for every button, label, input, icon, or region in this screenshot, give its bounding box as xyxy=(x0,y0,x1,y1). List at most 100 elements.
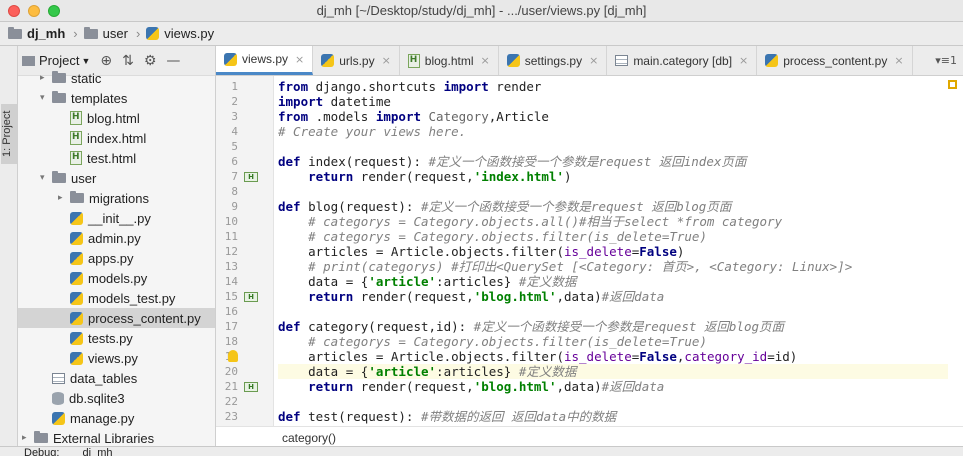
close-tab-icon[interactable]: × xyxy=(894,54,903,67)
editor-gutter[interactable]: 1234567H89101112131415H161718192021H2223 xyxy=(216,76,274,426)
code-area[interactable]: from django.shortcuts import render impor… xyxy=(278,76,948,426)
code-line[interactable]: def category(request,id): #定义一个函数接受一个参数是… xyxy=(278,319,948,334)
tree-item[interactable]: process_content.py xyxy=(18,308,215,328)
code-line[interactable]: from .models import Category,Article xyxy=(278,109,948,124)
line-number[interactable]: 14 xyxy=(216,274,238,289)
locate-icon[interactable]: ⊕ xyxy=(100,53,112,69)
hide-icon[interactable]: — xyxy=(166,53,180,69)
line-number[interactable]: 8 xyxy=(216,184,238,199)
breadcrumb-folder[interactable]: user xyxy=(83,26,128,41)
tab-blog-html[interactable]: blog.html × xyxy=(400,46,499,75)
line-number[interactable]: 10 xyxy=(216,214,238,229)
tab-settings-py[interactable]: settings.py × xyxy=(499,46,608,75)
code-line[interactable]: articles = Article.objects.filter(is_del… xyxy=(278,244,948,259)
expand-arrow-icon[interactable]: ▾ xyxy=(40,93,52,103)
function-breadcrumb[interactable]: category() xyxy=(216,426,963,448)
tree-item[interactable]: ▸ External Libraries xyxy=(18,428,215,448)
close-tab-icon[interactable]: × xyxy=(589,54,598,67)
expand-arrow-icon[interactable]: ▸ xyxy=(58,193,70,203)
line-number[interactable]: 9 xyxy=(216,199,238,214)
code-line[interactable]: # print(categorys) #打印出<QuerySet [<Categ… xyxy=(278,259,948,274)
code-line[interactable]: return render(request,'blog.html',data)#… xyxy=(278,379,948,394)
tab-process-content-py[interactable]: process_content.py × xyxy=(757,46,913,75)
tree-item[interactable]: __init__.py xyxy=(18,208,215,228)
tree-item[interactable]: manage.py xyxy=(18,408,215,428)
gear-icon[interactable]: ⚙ xyxy=(144,53,157,69)
zoom-window-button[interactable] xyxy=(48,5,60,17)
template-navigation-icon[interactable]: H xyxy=(244,292,258,302)
tree-item[interactable]: ▸ static xyxy=(18,68,215,88)
breadcrumb-project[interactable]: dj_mh xyxy=(8,26,65,41)
tree-item[interactable]: ▾ templates xyxy=(18,88,215,108)
tab-main-category-db-[interactable]: main.category [db] × xyxy=(607,46,758,75)
close-window-button[interactable] xyxy=(8,5,20,17)
line-number[interactable]: 23 xyxy=(216,409,238,424)
tree-item[interactable]: admin.py xyxy=(18,228,215,248)
close-tab-icon[interactable]: × xyxy=(295,53,304,66)
code-line[interactable]: def blog(request): #定义一个函数接受一个参数是request… xyxy=(278,199,948,214)
code-line[interactable]: # categorys = Category.objects.filter(is… xyxy=(278,334,948,349)
code-line[interactable] xyxy=(278,184,948,199)
code-line[interactable]: # categorys = Category.objects.filter(is… xyxy=(278,229,948,244)
line-number[interactable]: 7 xyxy=(216,169,238,184)
code-line[interactable]: articles = Article.objects.filter(is_del… xyxy=(278,349,948,364)
collapse-icon[interactable]: ⇅ xyxy=(122,53,134,69)
code-line[interactable]: return render(request,'blog.html',data)#… xyxy=(278,289,948,304)
expand-arrow-icon[interactable]: ▸ xyxy=(22,433,34,443)
tree-item[interactable]: tests.py xyxy=(18,328,215,348)
code-line[interactable]: return render(request,'index.html') xyxy=(278,169,948,184)
tree-item[interactable]: index.html xyxy=(18,128,215,148)
code-line[interactable]: # categorys = Category.objects.all()#相当于… xyxy=(278,214,948,229)
tree-item[interactable]: db.sqlite3 xyxy=(18,388,215,408)
code-line[interactable]: # Create your views here. xyxy=(278,124,948,139)
code-line[interactable]: data = {'article':articles} #定义数据 xyxy=(278,364,948,379)
tree-item[interactable]: blog.html xyxy=(18,108,215,128)
code-line[interactable]: def test(request): #带数据的返回 返回data中的数据 xyxy=(278,409,948,424)
tab-urls-py[interactable]: urls.py × xyxy=(313,46,400,75)
tree-item[interactable]: ▸ migrations xyxy=(18,188,215,208)
code-line[interactable]: data = {'article':articles} #定义数据 xyxy=(278,274,948,289)
tree-item[interactable]: models.py xyxy=(18,268,215,288)
tree-item[interactable]: views.py xyxy=(18,348,215,368)
line-number[interactable]: 3 xyxy=(216,109,238,124)
line-number[interactable]: 16 xyxy=(216,304,238,319)
code-line[interactable] xyxy=(278,394,948,409)
project-view-selector[interactable]: Project xyxy=(39,53,79,68)
tree-item[interactable]: test.html xyxy=(18,148,215,168)
code-line[interactable] xyxy=(278,139,948,154)
line-number[interactable]: 15 xyxy=(216,289,238,304)
line-number[interactable]: 17 xyxy=(216,319,238,334)
close-tab-icon[interactable]: × xyxy=(481,54,490,67)
tree-item[interactable]: models_test.py xyxy=(18,288,215,308)
tree-item[interactable]: apps.py xyxy=(18,248,215,268)
close-tab-icon[interactable]: × xyxy=(382,54,391,67)
line-number[interactable]: 20 xyxy=(216,364,238,379)
line-number[interactable]: 12 xyxy=(216,244,238,259)
tree-item[interactable]: ▾ user xyxy=(18,168,215,188)
line-number[interactable]: 2 xyxy=(216,94,238,109)
intention-bulb-icon[interactable] xyxy=(228,350,238,362)
minimize-window-button[interactable] xyxy=(28,5,40,17)
code-line[interactable]: def index(request): #定义一个函数接受一个参数是reques… xyxy=(278,154,948,169)
code-line[interactable]: from django.shortcuts import render xyxy=(278,79,948,94)
line-number[interactable]: 11 xyxy=(216,229,238,244)
template-navigation-icon[interactable]: H xyxy=(244,172,258,182)
line-number[interactable]: 22 xyxy=(216,394,238,409)
debug-config[interactable]: dj_mh xyxy=(83,447,113,456)
expand-arrow-icon[interactable]: ▸ xyxy=(40,73,52,83)
line-number[interactable]: 21 xyxy=(216,379,238,394)
line-number[interactable]: 5 xyxy=(216,139,238,154)
tree-item[interactable]: data_tables xyxy=(18,368,215,388)
line-number[interactable]: 1 xyxy=(216,79,238,94)
code-line[interactable] xyxy=(278,304,948,319)
line-number[interactable]: 18 xyxy=(216,334,238,349)
expand-arrow-icon[interactable]: ▾ xyxy=(40,173,52,183)
template-navigation-icon[interactable]: H xyxy=(244,382,258,392)
breadcrumb-file[interactable]: views.py xyxy=(146,26,214,41)
tab-views-py[interactable]: views.py × xyxy=(216,46,314,75)
line-number[interactable]: 4 xyxy=(216,124,238,139)
code-line[interactable]: import datetime xyxy=(278,94,948,109)
line-number[interactable]: 13 xyxy=(216,259,238,274)
close-tab-icon[interactable]: × xyxy=(739,54,748,67)
inspection-status-icon[interactable] xyxy=(948,80,957,89)
